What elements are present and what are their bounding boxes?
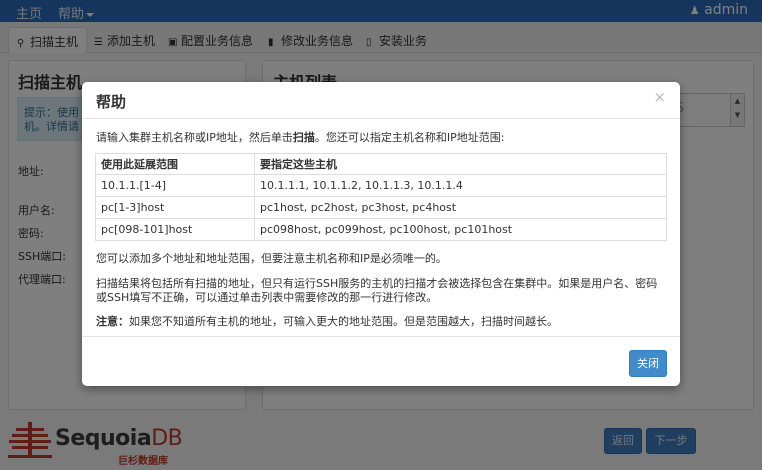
table-header-hosts: 要指定这些主机 xyxy=(254,153,667,175)
table-row: pc[1-3]host pc1host, pc2host, pc3host, p… xyxy=(95,196,667,219)
intro-after: 。您还可以指定主机名称和IP地址范围: xyxy=(314,131,505,144)
help-modal: 帮助 × 请输入集群主机名称或IP地址，然后单击扫描。您还可以指定主机名称和IP… xyxy=(82,82,680,386)
table-row: pc[098-101]host pc098host, pc099host, pc… xyxy=(95,218,667,241)
table-row: 10.1.1.[1-4] 10.1.1.1, 10.1.1.2, 10.1.1.… xyxy=(95,174,667,197)
table-header-range: 使用此延展范围 xyxy=(95,153,255,175)
close-icon[interactable]: × xyxy=(653,88,666,106)
table-cell-hosts: pc098host, pc099host, pc100host, pc101ho… xyxy=(254,218,667,241)
note-text: 如果您不知道所有主机的地址，可输入更大的地址范围。但是范围越大，扫描时间越长。 xyxy=(129,315,558,328)
table-cell-hosts: pc1host, pc2host, pc3host, pc4host xyxy=(254,196,667,219)
close-button[interactable]: 关闭 xyxy=(629,350,667,377)
table-cell-range: pc[098-101]host xyxy=(95,218,255,241)
modal-footer: 关闭 xyxy=(82,336,680,386)
help-paragraph-unique: 您可以添加多个地址和地址范围，但要注意主机名称和IP是必须唯一的。 xyxy=(96,252,447,265)
table-header-row: 使用此延展范围 要指定这些主机 xyxy=(95,153,667,175)
modal-title: 帮助 xyxy=(96,93,127,111)
table-cell-range: pc[1-3]host xyxy=(95,196,255,219)
intro-bold: 扫描 xyxy=(292,131,315,144)
intro-before: 请输入集群主机名称或IP地址，然后单击 xyxy=(96,131,293,144)
range-examples-table: 使用此延展范围 要指定这些主机 10.1.1.[1-4] 10.1.1.1, 1… xyxy=(95,153,667,241)
table-cell-range: 10.1.1.[1-4] xyxy=(95,174,255,197)
help-paragraph-scan-results: 扫描结果将包括所有扫描的地址，但只有运行SSH服务的主机的扫描才会被选择包含在集… xyxy=(96,277,658,304)
modal-header: 帮助 × xyxy=(82,82,680,119)
modal-intro-text: 请输入集群主机名称或IP地址，然后单击扫描。您还可以指定主机名称和IP地址范围: xyxy=(96,129,504,145)
table-cell-hosts: 10.1.1.1, 10.1.1.2, 10.1.1.3, 10.1.1.4 xyxy=(254,174,667,197)
note-label: 注意： xyxy=(96,315,129,328)
help-paragraph-note: 注意：如果您不知道所有主机的地址，可输入更大的地址范围。但是范围越大，扫描时间越… xyxy=(96,315,668,329)
